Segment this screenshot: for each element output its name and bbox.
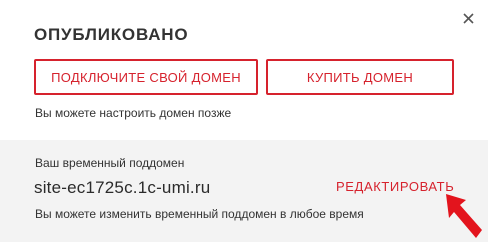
setup-later-hint: Вы можете настроить домен позже [35, 106, 232, 120]
edit-subdomain-link[interactable]: РЕДАКТИРОВАТЬ [336, 179, 454, 194]
close-button[interactable] [460, 10, 476, 26]
publish-dialog: ОПУБЛИКОВАНО ПОДКЛЮЧИТЕ СВОЙ ДОМЕН КУПИТ… [0, 0, 488, 242]
buy-domain-button[interactable]: КУПИТЬ ДОМЕН [266, 59, 454, 95]
connect-domain-button[interactable]: ПОДКЛЮЧИТЕ СВОЙ ДОМЕН [34, 59, 258, 95]
arrow-pointer-icon [446, 194, 482, 238]
close-icon [462, 12, 474, 24]
dialog-title: ОПУБЛИКОВАНО [34, 25, 189, 44]
subdomain-value: site-ec1725c.1c-umi.ru [34, 178, 211, 197]
subdomain-hint: Вы можете изменить временный поддомен в … [35, 207, 364, 221]
subdomain-panel: Ваш временный поддомен site-ec1725c.1c-u… [0, 140, 488, 242]
subdomain-label: Ваш временный поддомен [35, 156, 185, 170]
